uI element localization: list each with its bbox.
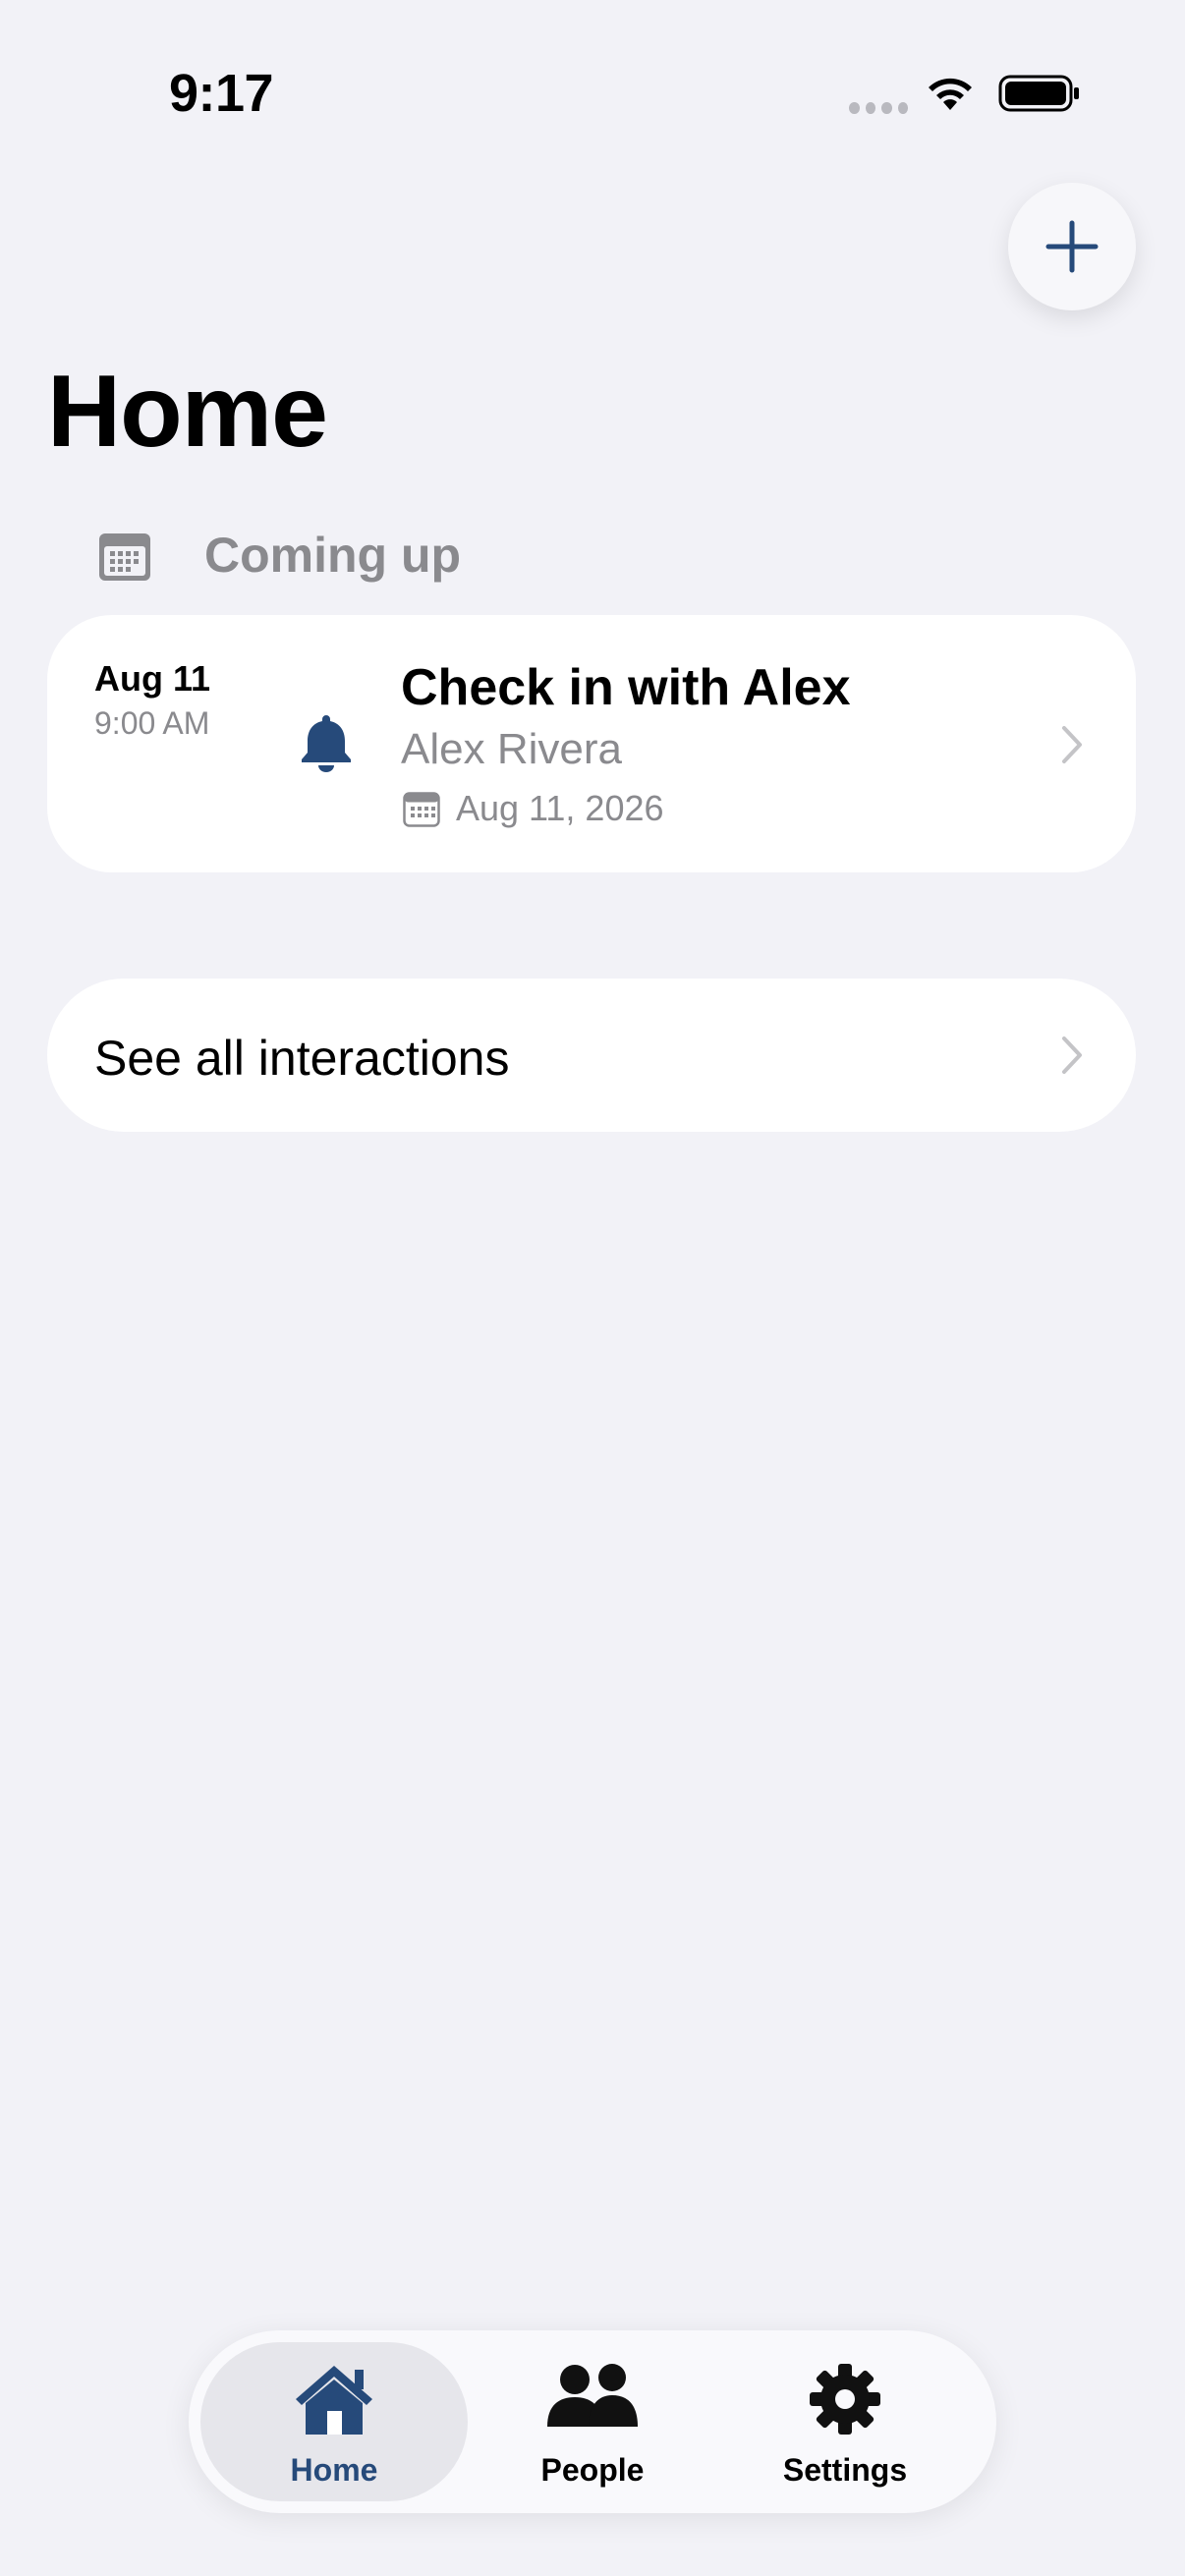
upcoming-interaction-card[interactable]: Aug 11 9:00 AM Check in with Alex Alex R… <box>47 615 1136 872</box>
tab-settings[interactable]: Settings <box>711 2342 979 2501</box>
plus-icon <box>1045 220 1099 273</box>
interaction-due-date: Aug 11, 2026 <box>456 788 664 828</box>
chevron-right-icon <box>1062 1036 1082 1074</box>
interaction-time: 9:00 AM <box>94 705 210 741</box>
section-header: Coming up <box>204 528 462 583</box>
tab-people[interactable]: People <box>459 2342 726 2501</box>
tab-label-settings: Settings <box>782 2452 908 2488</box>
status-time: 9:17 <box>169 64 274 123</box>
interaction-title: Check in with Alex <box>401 659 851 716</box>
people-icon <box>547 2364 638 2427</box>
tab-label-home: Home <box>290 2452 378 2488</box>
gear-icon <box>810 2364 880 2435</box>
bell-icon <box>302 715 351 772</box>
see-all-label: See all interactions <box>94 1031 510 1086</box>
tab-bar: Home People Settings <box>189 2330 996 2513</box>
interaction-person: Alex Rivera <box>401 725 622 773</box>
wifi-icon <box>929 78 972 110</box>
cellular-signal-icon <box>849 102 908 116</box>
calendar-icon <box>403 792 440 827</box>
tab-home[interactable]: Home <box>200 2342 468 2501</box>
page-title: Home <box>47 355 328 469</box>
interaction-date: Aug 11 <box>94 658 211 699</box>
chevron-right-icon <box>1062 726 1082 763</box>
battery-icon <box>998 75 1079 112</box>
tab-label-people: People <box>540 2452 645 2488</box>
calendar-icon <box>99 533 150 581</box>
house-icon <box>296 2366 372 2435</box>
see-all-interactions-button[interactable]: See all interactions <box>47 979 1136 1132</box>
add-button[interactable] <box>1008 183 1136 310</box>
